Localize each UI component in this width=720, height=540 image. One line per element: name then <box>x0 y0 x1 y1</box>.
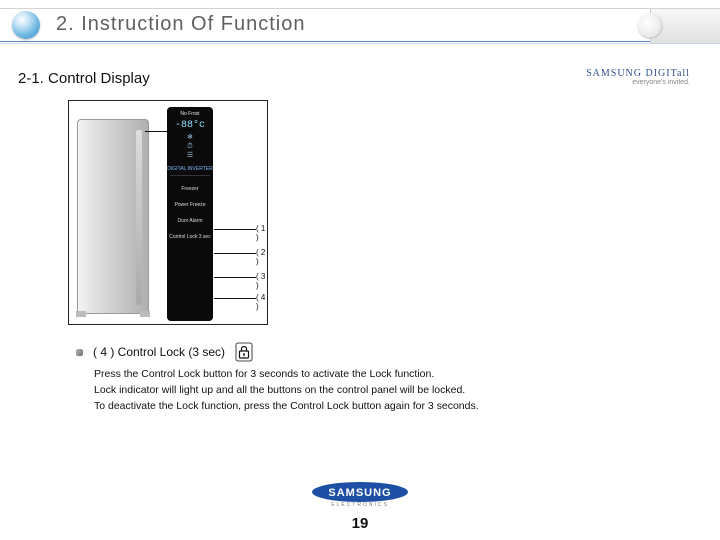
callout-1: ( 1 ) <box>256 224 267 242</box>
panel-button-2: Power Freeze <box>167 202 213 208</box>
brand-line2: everyone's invited. <box>586 79 690 86</box>
control-panel-illustration: No Frost -88°c ❄⏱☰ DIGITAL INVERTER Free… <box>167 107 213 321</box>
callout-4: ( 4 ) <box>256 293 267 311</box>
section-body: Press the Control Lock button for 3 seco… <box>94 366 680 414</box>
leader-line <box>214 253 256 254</box>
callout-2: ( 2 ) <box>256 248 267 266</box>
panel-divider <box>170 175 210 176</box>
function-description: ( 4 ) Control Lock (3 sec) Press the Con… <box>76 342 680 414</box>
footer-logo-sub: ELECTRONICS <box>331 502 389 507</box>
leader-line <box>214 229 256 230</box>
footer-logo: SAMSUNG ELECTRONICS <box>0 481 720 512</box>
panel-button-1: Freezer <box>167 186 213 192</box>
brand-line1: SAMSUNG DIGITall <box>586 68 690 79</box>
panel-brand: DIGITAL INVERTER <box>167 166 213 172</box>
body-line-2: Lock indicator will light up and all the… <box>94 382 680 398</box>
title-endcap <box>650 9 720 43</box>
callout-3: ( 3 ) <box>256 272 267 290</box>
panel-temperature: -88°c <box>167 120 213 131</box>
lock-icon <box>235 342 253 362</box>
refrigerator-illustration <box>77 119 149 314</box>
title-bar: 2. Instruction Of Function <box>0 8 720 42</box>
section-heading: 2-1. Control Display <box>18 70 150 87</box>
leader-line <box>214 298 256 299</box>
sphere-bullet-icon <box>12 11 40 39</box>
control-display-diagram: No Frost -88°c ❄⏱☰ DIGITAL INVERTER Free… <box>68 100 268 325</box>
body-line-1: Press the Control Lock button for 3 seco… <box>94 366 680 382</box>
panel-header: No Frost <box>167 111 213 117</box>
page-title: 2. Instruction Of Function <box>56 13 305 36</box>
body-line-3: To deactivate the Lock function, press t… <box>94 398 680 414</box>
brand-tagline: SAMSUNG DIGITall everyone's invited. <box>586 68 690 86</box>
panel-button-4: Control Lock 3 sec <box>167 234 213 240</box>
leader-line <box>214 277 256 278</box>
square-bullet-icon <box>76 349 83 356</box>
section-title: ( 4 ) Control Lock (3 sec) <box>93 345 225 359</box>
panel-indicator-icons: ❄⏱☰ <box>167 133 213 160</box>
panel-button-3: Door Alarm <box>167 218 213 224</box>
section-title-row: ( 4 ) Control Lock (3 sec) <box>76 342 680 362</box>
page-number: 19 <box>0 515 720 532</box>
footer-logo-text: SAMSUNG <box>328 487 391 499</box>
